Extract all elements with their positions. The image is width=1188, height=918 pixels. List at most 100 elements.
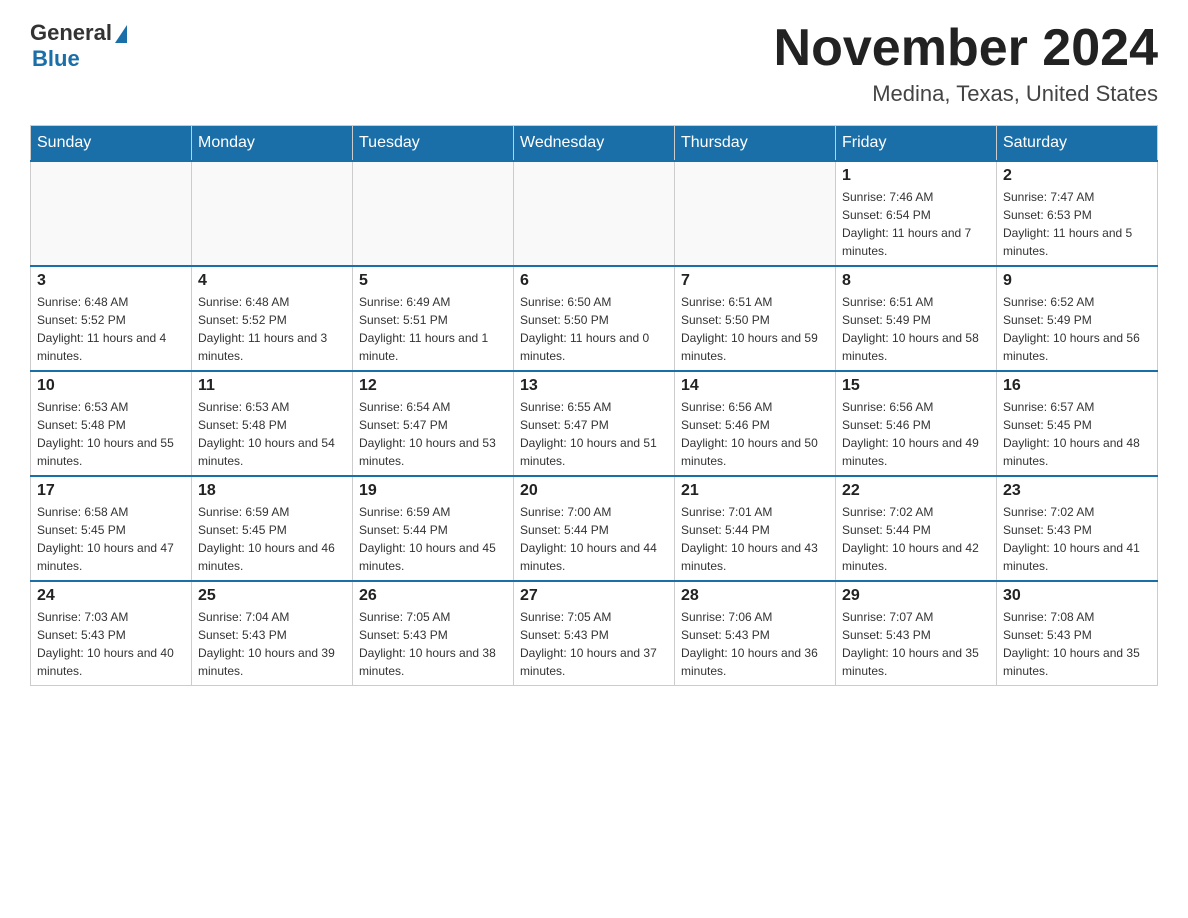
day-number: 11 (198, 377, 346, 395)
calendar-cell: 28 Sunrise: 7:06 AMSunset: 5:43 PMDayligh… (675, 581, 836, 686)
day-number: 16 (1003, 377, 1151, 395)
day-number: 2 (1003, 167, 1151, 185)
day-info: Sunrise: 6:53 AMSunset: 5:48 PMDaylight:… (37, 398, 185, 470)
day-number: 1 (842, 167, 990, 185)
calendar-cell: 7 Sunrise: 6:51 AMSunset: 5:50 PMDaylight… (675, 266, 836, 371)
day-info: Sunrise: 6:51 AMSunset: 5:50 PMDaylight:… (681, 293, 829, 365)
day-number: 17 (37, 482, 185, 500)
calendar-cell: 27 Sunrise: 7:05 AMSunset: 5:43 PMDayligh… (514, 581, 675, 686)
calendar-cell (514, 161, 675, 266)
day-info: Sunrise: 7:02 AMSunset: 5:44 PMDaylight:… (842, 503, 990, 575)
day-number: 25 (198, 587, 346, 605)
day-info: Sunrise: 6:54 AMSunset: 5:47 PMDaylight:… (359, 398, 507, 470)
day-info: Sunrise: 7:00 AMSunset: 5:44 PMDaylight:… (520, 503, 668, 575)
calendar-cell: 9 Sunrise: 6:52 AMSunset: 5:49 PMDaylight… (997, 266, 1158, 371)
day-info: Sunrise: 7:05 AMSunset: 5:43 PMDaylight:… (520, 608, 668, 680)
day-number: 21 (681, 482, 829, 500)
weekday-header-thursday: Thursday (675, 126, 836, 162)
day-number: 20 (520, 482, 668, 500)
calendar-cell: 30 Sunrise: 7:08 AMSunset: 5:43 PMDayligh… (997, 581, 1158, 686)
logo-blue-text: Blue (32, 46, 80, 72)
day-info: Sunrise: 7:07 AMSunset: 5:43 PMDaylight:… (842, 608, 990, 680)
day-info: Sunrise: 7:05 AMSunset: 5:43 PMDaylight:… (359, 608, 507, 680)
weekday-header-saturday: Saturday (997, 126, 1158, 162)
calendar-cell: 24Sunrise: 7:03 AMSunset: 5:43 PMDayligh… (31, 581, 192, 686)
day-number: 22 (842, 482, 990, 500)
day-number: 4 (198, 272, 346, 290)
calendar-cell (675, 161, 836, 266)
day-number: 9 (1003, 272, 1151, 290)
day-number: 18 (198, 482, 346, 500)
week-row-3: 10 Sunrise: 6:53 AMSunset: 5:48 PMDayligh… (31, 371, 1158, 476)
day-info: Sunrise: 6:48 AMSunset: 5:52 PMDaylight:… (37, 293, 185, 365)
week-row-2: 3 Sunrise: 6:48 AMSunset: 5:52 PMDaylight… (31, 266, 1158, 371)
day-info: Sunrise: 6:56 AMSunset: 5:46 PMDaylight:… (681, 398, 829, 470)
logo-triangle-icon (115, 25, 127, 43)
calendar-cell: 23 Sunrise: 7:02 AMSunset: 5:43 PMDayligh… (997, 476, 1158, 581)
calendar-cell: 6 Sunrise: 6:50 AMSunset: 5:50 PMDaylight… (514, 266, 675, 371)
logo-general-text: General (30, 20, 112, 46)
day-info: Sunrise: 7:06 AMSunset: 5:43 PMDaylight:… (681, 608, 829, 680)
day-info: Sunrise: 7:03 AMSunset: 5:43 PMDaylight:… (37, 608, 185, 680)
day-number: 7 (681, 272, 829, 290)
week-row-5: 24Sunrise: 7:03 AMSunset: 5:43 PMDayligh… (31, 581, 1158, 686)
weekday-header-tuesday: Tuesday (353, 126, 514, 162)
day-number: 5 (359, 272, 507, 290)
day-info: Sunrise: 6:57 AMSunset: 5:45 PMDaylight:… (1003, 398, 1151, 470)
day-number: 23 (1003, 482, 1151, 500)
calendar-cell: 15 Sunrise: 6:56 AMSunset: 5:46 PMDayligh… (836, 371, 997, 476)
calendar-cell: 21Sunrise: 7:01 AMSunset: 5:44 PMDayligh… (675, 476, 836, 581)
calendar-cell: 4Sunrise: 6:48 AMSunset: 5:52 PMDaylight… (192, 266, 353, 371)
day-info: Sunrise: 6:51 AMSunset: 5:49 PMDaylight:… (842, 293, 990, 365)
calendar-cell: 5 Sunrise: 6:49 AMSunset: 5:51 PMDaylight… (353, 266, 514, 371)
day-info: Sunrise: 6:55 AMSunset: 5:47 PMDaylight:… (520, 398, 668, 470)
day-info: Sunrise: 6:58 AMSunset: 5:45 PMDaylight:… (37, 503, 185, 575)
day-number: 10 (37, 377, 185, 395)
day-number: 27 (520, 587, 668, 605)
calendar-cell: 1Sunrise: 7:46 AMSunset: 6:54 PMDaylight… (836, 161, 997, 266)
calendar-header-row: SundayMondayTuesdayWednesdayThursdayFrid… (31, 126, 1158, 162)
calendar-cell: 17 Sunrise: 6:58 AMSunset: 5:45 PMDayligh… (31, 476, 192, 581)
calendar-cell: 14 Sunrise: 6:56 AMSunset: 5:46 PMDayligh… (675, 371, 836, 476)
weekday-header-wednesday: Wednesday (514, 126, 675, 162)
day-info: Sunrise: 6:59 AMSunset: 5:44 PMDaylight:… (359, 503, 507, 575)
calendar-cell: 3 Sunrise: 6:48 AMSunset: 5:52 PMDaylight… (31, 266, 192, 371)
day-number: 30 (1003, 587, 1151, 605)
day-info: Sunrise: 6:50 AMSunset: 5:50 PMDaylight:… (520, 293, 668, 365)
day-info: Sunrise: 7:08 AMSunset: 5:43 PMDaylight:… (1003, 608, 1151, 680)
calendar-cell (192, 161, 353, 266)
week-row-4: 17 Sunrise: 6:58 AMSunset: 5:45 PMDayligh… (31, 476, 1158, 581)
day-info: Sunrise: 7:02 AMSunset: 5:43 PMDaylight:… (1003, 503, 1151, 575)
day-info: Sunrise: 7:47 AMSunset: 6:53 PMDaylight:… (1003, 188, 1151, 260)
day-number: 12 (359, 377, 507, 395)
day-info: Sunrise: 6:59 AMSunset: 5:45 PMDaylight:… (198, 503, 346, 575)
weekday-header-sunday: Sunday (31, 126, 192, 162)
logo: General Blue (30, 20, 127, 72)
calendar-cell: 8Sunrise: 6:51 AMSunset: 5:49 PMDaylight… (836, 266, 997, 371)
calendar-cell: 11 Sunrise: 6:53 AMSunset: 5:48 PMDayligh… (192, 371, 353, 476)
day-number: 6 (520, 272, 668, 290)
calendar-cell: 22 Sunrise: 7:02 AMSunset: 5:44 PMDayligh… (836, 476, 997, 581)
calendar-cell: 19 Sunrise: 6:59 AMSunset: 5:44 PMDayligh… (353, 476, 514, 581)
day-number: 28 (681, 587, 829, 605)
day-number: 15 (842, 377, 990, 395)
calendar-subtitle: Medina, Texas, United States (774, 81, 1158, 107)
calendar-cell: 29Sunrise: 7:07 AMSunset: 5:43 PMDayligh… (836, 581, 997, 686)
calendar-cell: 10 Sunrise: 6:53 AMSunset: 5:48 PMDayligh… (31, 371, 192, 476)
weekday-header-friday: Friday (836, 126, 997, 162)
day-number: 14 (681, 377, 829, 395)
calendar-cell: 13 Sunrise: 6:55 AMSunset: 5:47 PMDayligh… (514, 371, 675, 476)
day-info: Sunrise: 6:53 AMSunset: 5:48 PMDaylight:… (198, 398, 346, 470)
day-number: 13 (520, 377, 668, 395)
day-number: 26 (359, 587, 507, 605)
calendar-cell: 20 Sunrise: 7:00 AMSunset: 5:44 PMDayligh… (514, 476, 675, 581)
day-info: Sunrise: 6:52 AMSunset: 5:49 PMDaylight:… (1003, 293, 1151, 365)
title-block: November 2024 Medina, Texas, United Stat… (774, 20, 1158, 107)
calendar-table: SundayMondayTuesdayWednesdayThursdayFrid… (30, 125, 1158, 686)
day-number: 3 (37, 272, 185, 290)
day-number: 19 (359, 482, 507, 500)
day-info: Sunrise: 6:49 AMSunset: 5:51 PMDaylight:… (359, 293, 507, 365)
day-info: Sunrise: 6:56 AMSunset: 5:46 PMDaylight:… (842, 398, 990, 470)
calendar-cell: 12 Sunrise: 6:54 AMSunset: 5:47 PMDayligh… (353, 371, 514, 476)
calendar-cell (31, 161, 192, 266)
